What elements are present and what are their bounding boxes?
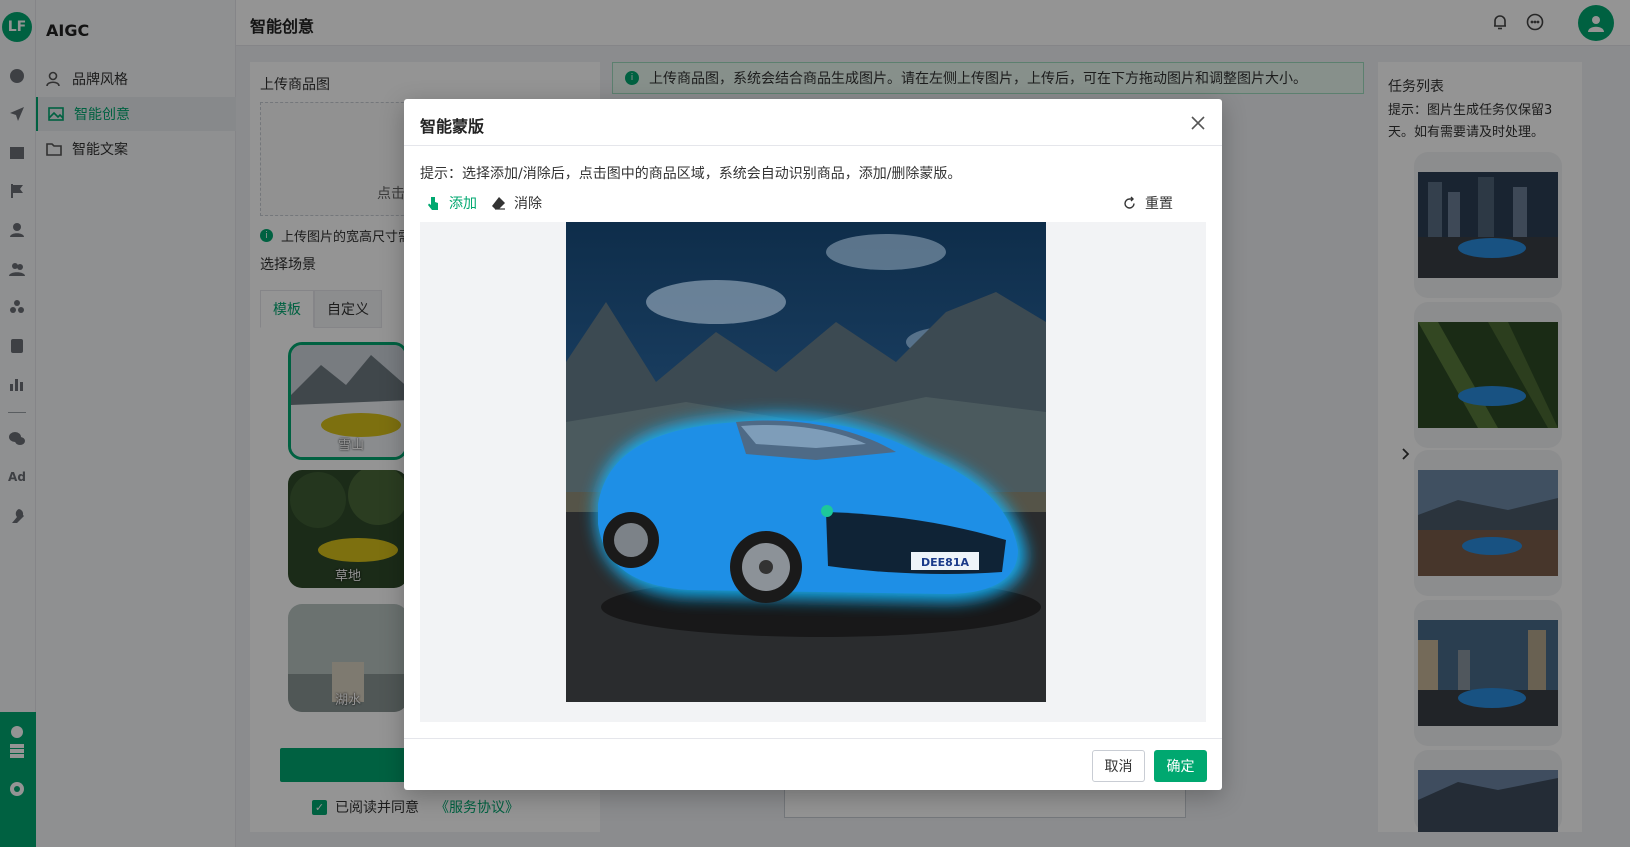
refresh-icon (1124, 196, 1135, 209)
license-plate: DEE81A (921, 556, 969, 569)
add-mask-button[interactable]: 添加 (426, 193, 477, 213)
erase-mask-label: 消除 (514, 196, 542, 212)
close-icon[interactable] (1190, 115, 1206, 131)
reset-button[interactable]: 重置 (1122, 193, 1173, 213)
reset-label: 重置 (1145, 196, 1173, 212)
dialog-footer: 取消 确定 (404, 738, 1222, 790)
hand-pointer-icon (428, 196, 438, 210)
dialog-tip: 提示：选择添加/消除后，点击图中的商品区域，系统会自动识别商品，添加/删除蒙版。 (420, 166, 962, 182)
erase-mask-button[interactable]: 消除 (491, 193, 542, 213)
cancel-button[interactable]: 取消 (1092, 750, 1145, 782)
product-image[interactable]: DEE81A (566, 222, 1046, 702)
confirm-button[interactable]: 确定 (1154, 750, 1207, 782)
dialog-header: 智能蒙版 (404, 99, 1222, 146)
add-mask-label: 添加 (449, 196, 477, 212)
mask-point-marker[interactable] (821, 505, 833, 517)
dialog-title: 智能蒙版 (420, 117, 485, 136)
smart-mask-dialog: 智能蒙版 提示：选择添加/消除后，点击图中的商品区域，系统会自动识别商品，添加/… (404, 99, 1222, 790)
mask-stage: DEE81A (420, 222, 1206, 722)
eraser-icon (492, 196, 505, 210)
